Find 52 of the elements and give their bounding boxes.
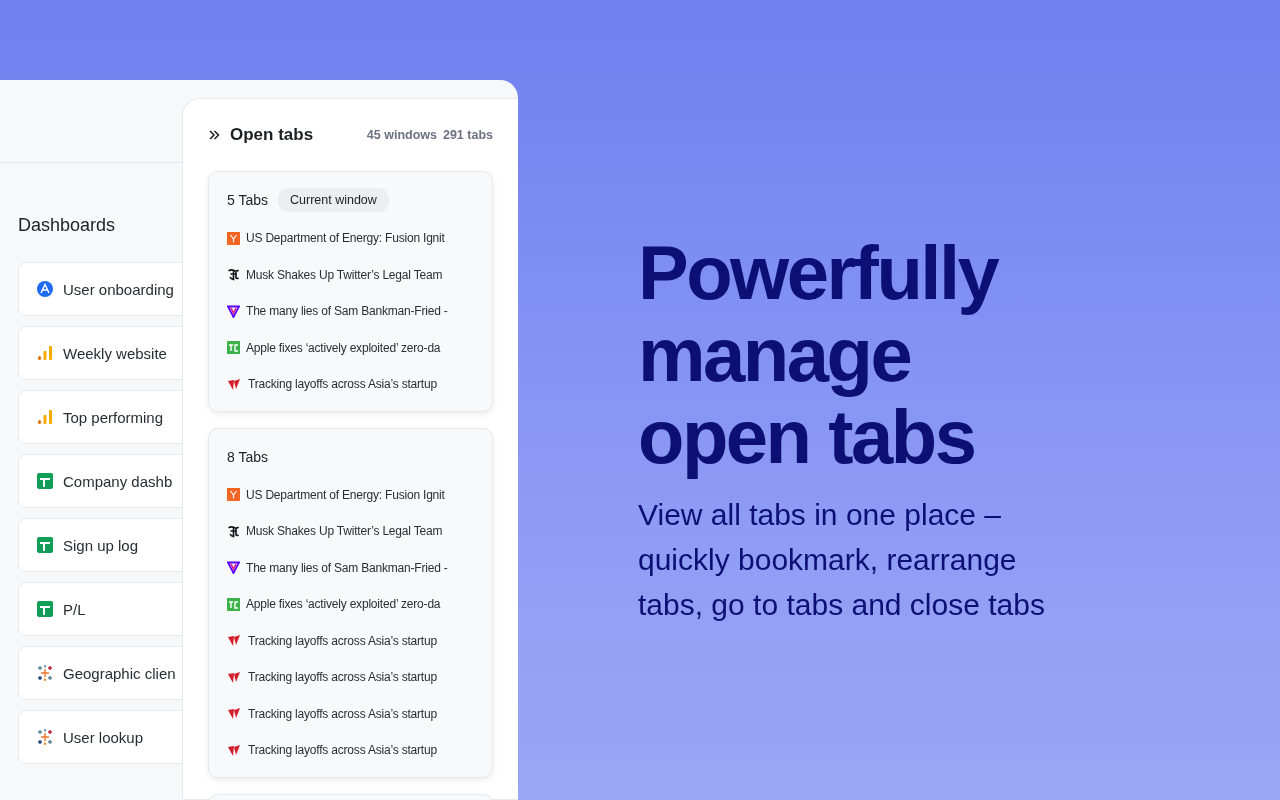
tc-square-icon	[227, 597, 240, 611]
double-chevron-icon[interactable]	[208, 129, 220, 141]
dashboard-item[interactable]: P/L	[18, 582, 182, 636]
spreadsheet-icon	[37, 537, 53, 553]
wing-logo-icon	[227, 743, 242, 757]
wing-logo-icon	[227, 634, 242, 648]
dashboard-item[interactable]: User lookup	[18, 710, 182, 764]
triangle-icon	[227, 561, 240, 575]
tab-item[interactable]: Tracking layoffs across Asia’s startup	[227, 732, 474, 769]
letter-y-icon	[227, 231, 240, 245]
spreadsheet-icon	[37, 601, 53, 617]
letter-y-icon	[227, 488, 240, 502]
tabs-count: 291 tabs	[442, 128, 493, 142]
windows-count: 45 windows	[366, 128, 437, 142]
hero-subheading: View all tabs in one place – quickly bookmark, rearrange tabs, go to tabs and close tabs	[638, 497, 1046, 623]
wing-logo-icon	[227, 377, 242, 391]
triangle-icon	[227, 304, 240, 318]
tab-item[interactable]: Apple fixes ‘actively exploited’ zero-da	[227, 586, 474, 623]
letter-a-circle-icon	[37, 281, 53, 297]
spreadsheet-icon	[37, 473, 53, 489]
tab-item[interactable]: The many lies of Sam Bankman-Fried -	[227, 293, 474, 330]
dashboard-item[interactable]: Sign up log	[18, 518, 182, 572]
hero-heading: Powerfully manage open tabs	[638, 232, 1000, 478]
tab-item[interactable]: Tracking layoffs across Asia’s startup	[227, 366, 474, 403]
blackletter-t-icon	[227, 524, 240, 538]
section-title: Dashboards	[18, 215, 117, 236]
tc-square-icon	[227, 341, 240, 355]
tab-item[interactable]: US Department of Energy: Fusion Ignit	[227, 476, 474, 513]
cross-cluster-icon	[37, 729, 53, 745]
tab-count-label: 5 Tabs	[227, 192, 268, 208]
dashboard-item[interactable]: Weekly website	[18, 326, 182, 380]
wing-logo-icon	[227, 670, 242, 684]
tab-item[interactable]: Musk Shakes Up Twitter’s Legal Team	[227, 513, 474, 550]
cross-cluster-icon	[37, 665, 53, 681]
tab-item[interactable]: Tracking layoffs across Asia’s startup	[227, 695, 474, 732]
dashboard-item[interactable]: Top performing	[18, 390, 182, 444]
current-window-tag: Current window	[278, 188, 389, 212]
blackletter-t-icon	[227, 268, 240, 282]
tab-item[interactable]: Tracking layoffs across Asia’s startup	[227, 622, 474, 659]
tab-item[interactable]: The many lies of Sam Bankman-Fried -	[227, 549, 474, 586]
dashboard-item[interactable]: Company dashb	[18, 454, 182, 508]
tab-item[interactable]: Tracking layoffs across Asia’s startup	[227, 659, 474, 696]
tab-item[interactable]: Apple fixes ‘actively exploited’ zero-da	[227, 329, 474, 366]
bar-chart-icon	[37, 345, 53, 361]
dashboard-item[interactable]: Geographic clien	[18, 646, 182, 700]
tab-item[interactable]: Musk Shakes Up Twitter’s Legal Team	[227, 256, 474, 293]
panel-title: Open tabs	[230, 125, 314, 145]
tab-item[interactable]: US Department of Energy: Fusion Ignit	[227, 220, 474, 257]
tab-count-label: 8 Tabs	[227, 448, 268, 465]
dashboard-item[interactable]: User onboarding	[18, 262, 182, 316]
bar-chart-icon	[37, 409, 53, 425]
wing-logo-icon	[227, 707, 242, 721]
